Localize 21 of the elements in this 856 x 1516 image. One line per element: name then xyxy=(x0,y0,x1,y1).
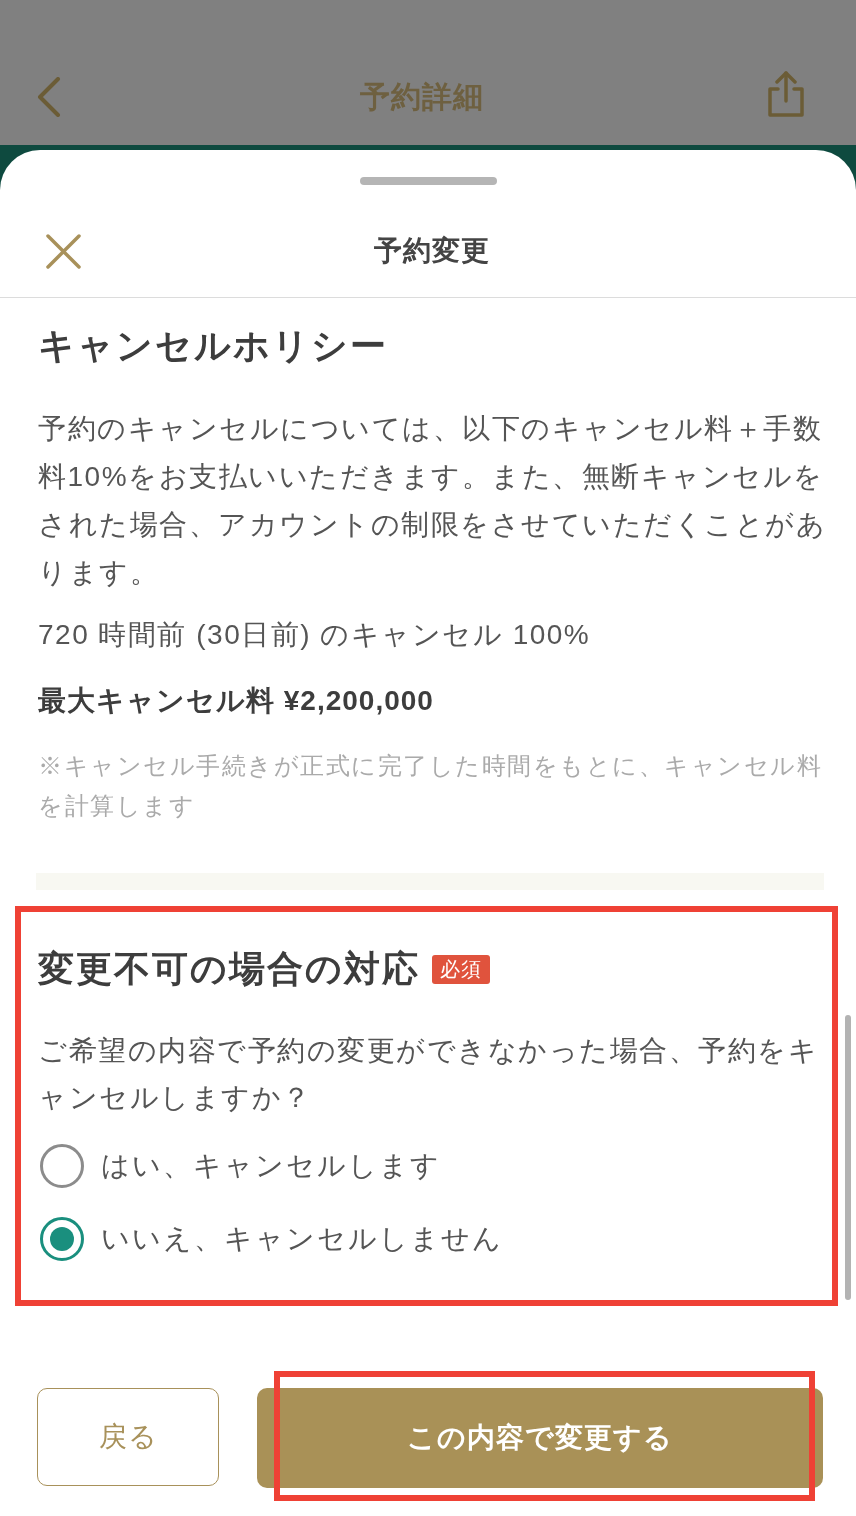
radio-button[interactable] xyxy=(40,1217,84,1261)
option-label[interactable]: はい、キャンセルします xyxy=(101,1146,441,1186)
close-icon xyxy=(46,233,81,269)
policy-text: 予約のキャンセルについては、以下のキャンセル料＋手数料10%をお支払いいただきます。また、無断キャンセルをされた場合、アカウントの制限をさせていただくことがあります。 xyxy=(38,412,827,590)
share-button[interactable] xyxy=(766,70,806,117)
section-heading: キャンセルホリシー xyxy=(38,324,389,368)
screen-title: 予約詳細 xyxy=(359,78,484,115)
radio-button[interactable] xyxy=(40,1144,84,1188)
section-heading: 変更不可の場合の対応 xyxy=(38,947,420,991)
chevron-left-icon xyxy=(37,76,61,117)
question-text: ご希望の内容で予約の変更ができなかった場合、予約をキャンセルしますか？ xyxy=(38,1034,819,1115)
close-button[interactable] xyxy=(46,233,81,269)
cancellation-rule: 720 時間前 (30日前) のキャンセル 100% xyxy=(38,618,592,652)
option-label[interactable]: いいえ、キャンセルしません xyxy=(101,1219,503,1259)
required-badge: 必須 xyxy=(432,954,490,984)
sheet-title: 予約変更 xyxy=(374,234,490,268)
back-button[interactable] xyxy=(37,76,61,117)
drag-handle[interactable] xyxy=(359,177,497,185)
share-icon xyxy=(766,70,806,117)
max-cancellation-fee: 最大キャンセル料 ¥2,200,000 xyxy=(38,684,435,718)
policy-note: ※キャンセル手続きが正式に完了した時間をもとに、キャンセル料を計算します xyxy=(38,751,823,821)
